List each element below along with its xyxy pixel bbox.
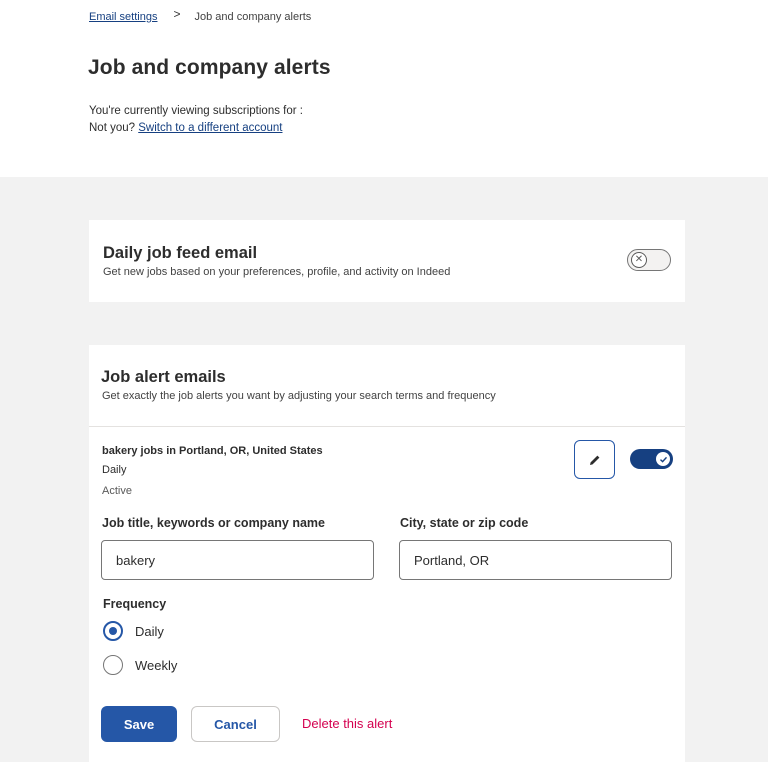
- alert-active-toggle[interactable]: [630, 449, 673, 469]
- viewing-text: You're currently viewing subscriptions f…: [89, 105, 303, 117]
- job-alerts-description: Get exactly the job alerts you want by a…: [102, 390, 496, 402]
- location-input[interactable]: [399, 540, 672, 580]
- daily-radio[interactable]: [103, 621, 123, 641]
- daily-feed-description: Get new jobs based on your preferences, …: [103, 266, 451, 278]
- job-alerts-title: Job alert emails: [101, 368, 226, 386]
- alert-title: bakery jobs in Portland, OR, United Stat…: [102, 445, 323, 457]
- alert-frequency: Daily: [102, 464, 127, 476]
- check-icon: [656, 452, 670, 466]
- pencil-icon: [589, 455, 599, 465]
- daily-feed-card: Daily job feed email Get new jobs based …: [89, 220, 685, 302]
- daily-radio-label: Daily: [135, 623, 164, 639]
- weekly-radio-label: Weekly: [135, 657, 178, 673]
- x-circle-icon: ✕: [631, 252, 647, 268]
- not-you-text: Not you?: [89, 122, 136, 134]
- page-header: Email settings > Job and company alerts …: [0, 0, 768, 177]
- daily-feed-toggle[interactable]: ✕: [627, 249, 671, 271]
- switch-account-link[interactable]: Switch to a different account: [138, 122, 282, 134]
- keywords-label: Job title, keywords or company name: [102, 516, 325, 530]
- save-button[interactable]: Save: [101, 706, 177, 742]
- cancel-button[interactable]: Cancel: [191, 706, 280, 742]
- breadcrumb: Email settings > Job and company alerts: [89, 7, 312, 24]
- divider: [89, 426, 685, 427]
- frequency-label: Frequency: [103, 597, 167, 611]
- breadcrumb-email-settings-link[interactable]: Email settings: [89, 11, 157, 23]
- account-info: You're currently viewing subscriptions f…: [89, 103, 303, 137]
- frequency-option-weekly[interactable]: Weekly: [103, 655, 177, 675]
- edit-alert-button[interactable]: [574, 440, 615, 479]
- delete-alert-button[interactable]: Delete this alert: [302, 716, 392, 731]
- location-label: City, state or zip code: [400, 516, 529, 530]
- daily-feed-title: Daily job feed email: [103, 244, 258, 262]
- keywords-input[interactable]: [101, 540, 374, 580]
- page-title: Job and company alerts: [88, 56, 331, 79]
- chevron-right-icon: >: [173, 7, 181, 21]
- job-alerts-card: Job alert emails Get exactly the job ale…: [89, 345, 685, 762]
- breadcrumb-current: Job and company alerts: [194, 11, 312, 23]
- alert-status: Active: [102, 485, 132, 497]
- frequency-option-daily[interactable]: Daily: [103, 621, 164, 641]
- weekly-radio[interactable]: [103, 655, 123, 675]
